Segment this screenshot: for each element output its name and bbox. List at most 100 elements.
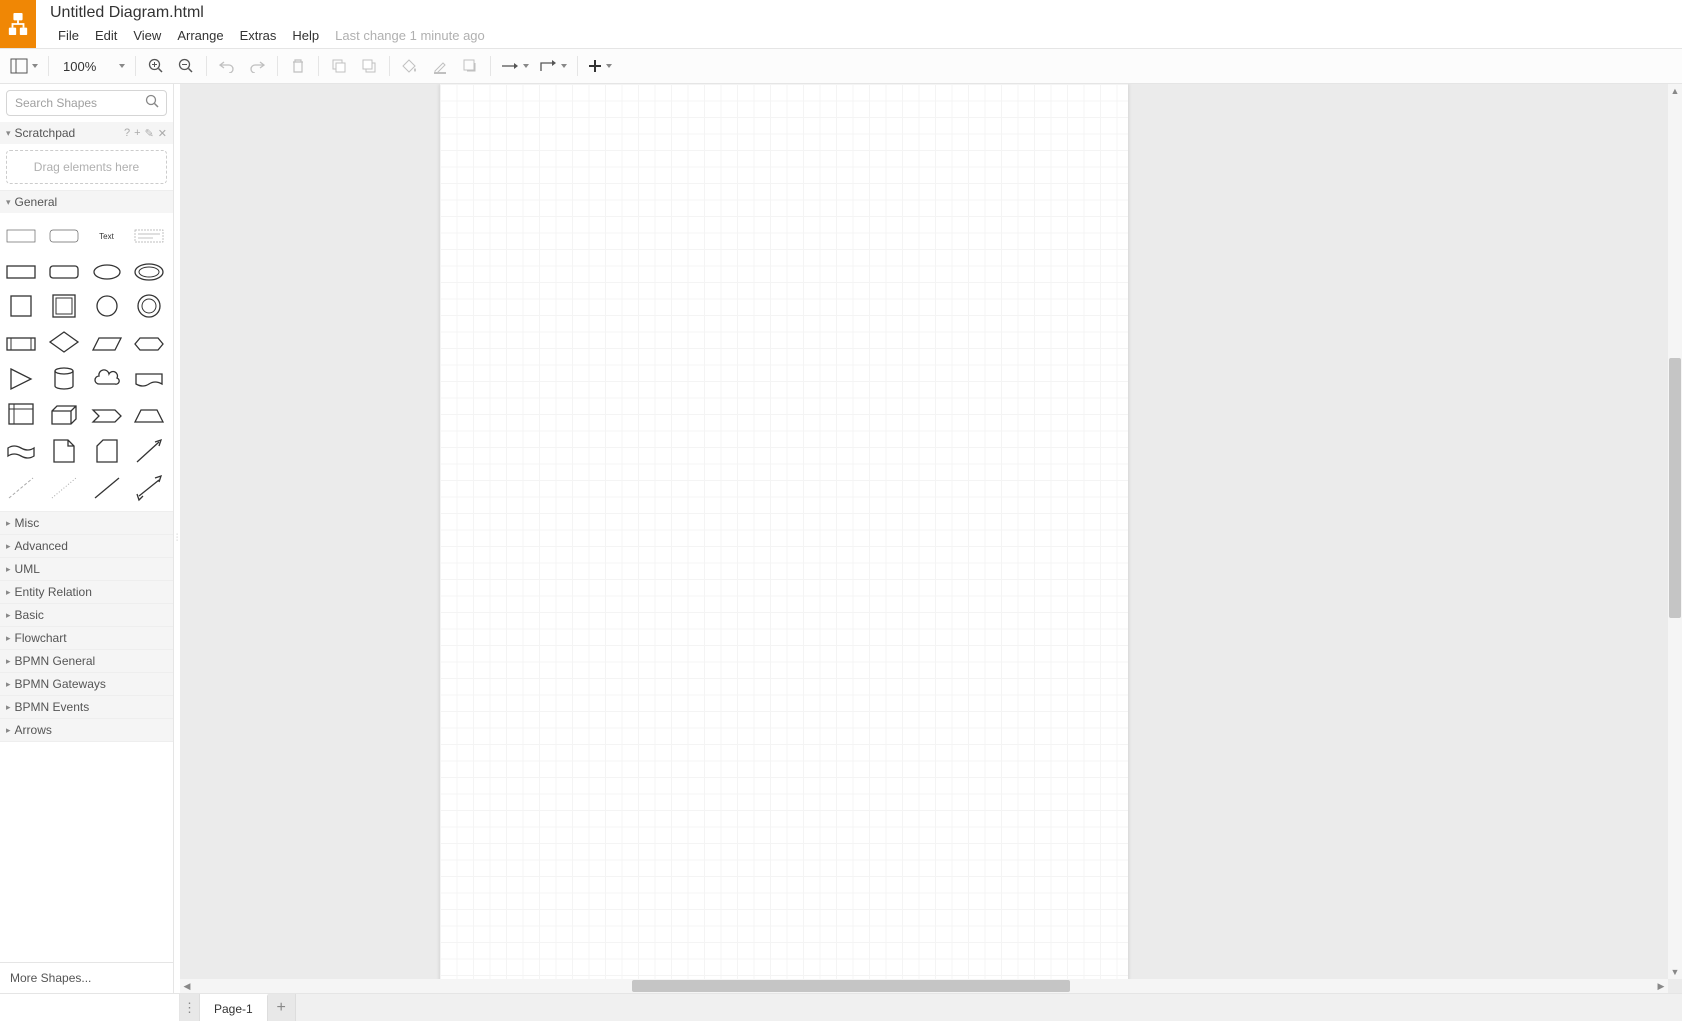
scroll-right-icon[interactable]: ▶ [1654, 979, 1668, 993]
canvas[interactable]: ▲ ▼ ◀ ▶ [180, 84, 1682, 993]
zoom-out-button[interactable] [172, 52, 200, 80]
view-layout-dropdown[interactable] [6, 52, 42, 80]
zoom-value: 100% [59, 59, 115, 74]
shadow-button[interactable] [456, 52, 484, 80]
section-flowchart[interactable]: Flowchart [0, 627, 173, 649]
horizontal-scrollbar[interactable]: ◀ ▶ [180, 979, 1668, 993]
section-entity-relation[interactable]: Entity Relation [0, 581, 173, 603]
shape-ellipse[interactable] [90, 257, 124, 287]
shape-parallelogram[interactable] [90, 329, 124, 359]
section-bpmn-gateways[interactable]: BPMN Gateways [0, 673, 173, 695]
shape-tape[interactable] [4, 437, 38, 467]
shape-rectangle-thin[interactable] [4, 221, 38, 251]
scratchpad-header[interactable]: Scratchpad ? + ✎ ✕ [0, 122, 173, 144]
shape-triangle[interactable] [4, 365, 38, 395]
shape-circle-double[interactable] [132, 293, 166, 323]
menu-extras[interactable]: Extras [232, 26, 285, 45]
scroll-down-icon[interactable]: ▼ [1668, 965, 1682, 979]
redo-button[interactable] [243, 52, 271, 80]
shape-document[interactable] [132, 365, 166, 395]
last-change-label: Last change 1 minute ago [327, 26, 493, 45]
scratchpad-help-icon[interactable]: ? [124, 127, 130, 140]
connection-style-dropdown[interactable] [497, 52, 533, 80]
section-uml[interactable]: UML [0, 558, 173, 580]
shape-dashed-line[interactable] [4, 473, 38, 503]
waypoint-style-dropdown[interactable] [535, 52, 571, 80]
section-misc[interactable]: Misc [0, 512, 173, 534]
undo-icon [219, 59, 235, 73]
page-tab-1[interactable]: Page-1 [200, 994, 268, 1021]
shape-rectangle[interactable] [4, 257, 38, 287]
page-tab-menu-button[interactable]: ⋮ [180, 994, 200, 1021]
section-bpmn-events[interactable]: BPMN Events [0, 696, 173, 718]
horizontal-scroll-thumb[interactable] [632, 980, 1070, 992]
shape-card[interactable] [90, 437, 124, 467]
zoom-dropdown[interactable]: 100% [55, 52, 129, 80]
shape-bidirectional-arrow[interactable] [132, 473, 166, 503]
scratchpad-edit-icon[interactable]: ✎ [145, 127, 154, 140]
shape-square[interactable] [4, 293, 38, 323]
shape-process[interactable] [4, 329, 38, 359]
search-icon[interactable] [145, 94, 163, 112]
shape-cube[interactable] [47, 401, 81, 431]
menu-arrange[interactable]: Arrange [169, 26, 231, 45]
app-header: Untitled Diagram.html File Edit View Arr… [0, 0, 1682, 48]
plus-icon [588, 59, 602, 73]
general-title: General [15, 195, 58, 209]
to-back-button[interactable] [355, 52, 383, 80]
scroll-up-icon[interactable]: ▲ [1668, 84, 1682, 98]
fill-icon [402, 58, 418, 74]
document-title[interactable]: Untitled Diagram.html [50, 4, 493, 22]
section-bpmn-general[interactable]: BPMN General [0, 650, 173, 672]
shape-diamond[interactable] [47, 329, 81, 359]
drawing-page[interactable] [440, 84, 1128, 993]
scratchpad-dropzone[interactable]: Drag elements here [6, 150, 167, 184]
shape-trapezoid[interactable] [132, 401, 166, 431]
shape-circle[interactable] [90, 293, 124, 323]
search-shapes-input[interactable] [6, 90, 167, 116]
shape-text[interactable]: Text [90, 221, 124, 251]
undo-button[interactable] [213, 52, 241, 80]
shape-cloud[interactable] [90, 365, 124, 395]
main-area: Scratchpad ? + ✎ ✕ Drag elements here Ge… [0, 84, 1682, 993]
section-arrows[interactable]: Arrows [0, 719, 173, 741]
zoom-in-button[interactable] [142, 52, 170, 80]
insert-dropdown[interactable] [584, 52, 616, 80]
more-shapes-button[interactable]: More Shapes... [0, 962, 173, 993]
app-logo[interactable] [0, 0, 36, 48]
menu-edit[interactable]: Edit [87, 26, 125, 45]
menu-help[interactable]: Help [284, 26, 327, 45]
section-advanced[interactable]: Advanced [0, 535, 173, 557]
to-front-button[interactable] [325, 52, 353, 80]
shape-rounded-rectangle-thin[interactable] [47, 221, 81, 251]
fill-color-button[interactable] [396, 52, 424, 80]
shape-cylinder[interactable] [47, 365, 81, 395]
general-shape-grid: Text [0, 213, 173, 511]
scratchpad-add-icon[interactable]: + [134, 127, 140, 140]
shape-internal-storage[interactable] [4, 401, 38, 431]
line-color-button[interactable] [426, 52, 454, 80]
vertical-scrollbar[interactable]: ▲ ▼ [1668, 84, 1682, 979]
shape-line[interactable] [90, 473, 124, 503]
vertical-scroll-thumb[interactable] [1669, 358, 1681, 618]
shape-dotted-line[interactable] [47, 473, 81, 503]
pencil-icon [432, 58, 448, 74]
shape-textbox[interactable] [132, 221, 166, 251]
general-header[interactable]: General [0, 191, 173, 213]
shape-note[interactable] [47, 437, 81, 467]
shape-arrow-line[interactable] [132, 437, 166, 467]
shape-rounded-rectangle[interactable] [47, 257, 81, 287]
menu-file[interactable]: File [50, 26, 87, 45]
delete-button[interactable] [284, 52, 312, 80]
drawio-logo-icon [7, 10, 29, 38]
shape-ellipse-double[interactable] [132, 257, 166, 287]
to-back-icon [361, 58, 377, 74]
shape-square-double[interactable] [47, 293, 81, 323]
shape-step[interactable] [90, 401, 124, 431]
shape-hexagon[interactable] [132, 329, 166, 359]
section-basic[interactable]: Basic [0, 604, 173, 626]
scroll-left-icon[interactable]: ◀ [180, 979, 194, 993]
scratchpad-close-icon[interactable]: ✕ [158, 127, 167, 140]
add-page-button[interactable]: + [268, 994, 296, 1021]
menu-view[interactable]: View [125, 26, 169, 45]
